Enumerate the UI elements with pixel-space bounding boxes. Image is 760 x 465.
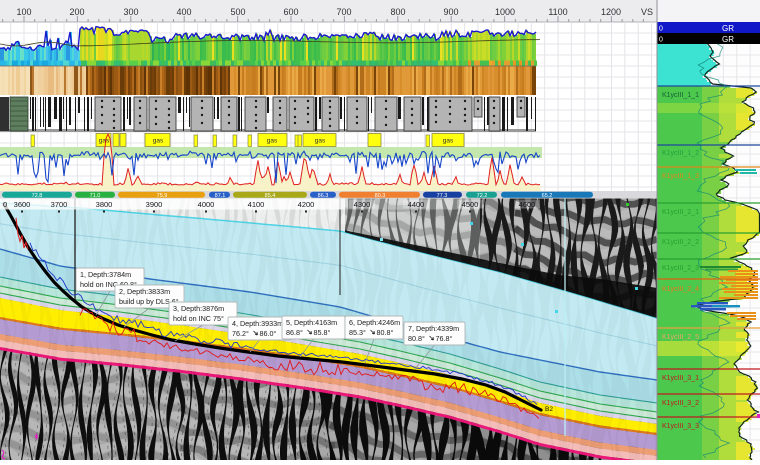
svg-text:4500: 4500	[462, 200, 479, 209]
svg-text:gas: gas	[267, 138, 278, 145]
svg-text:76.2°: 76.2°	[232, 329, 249, 338]
svg-text:80.3: 80.3	[375, 193, 386, 199]
svg-text:2, Depth:3833m: 2, Depth:3833m	[119, 287, 170, 296]
svg-text:7, Depth:4339m: 7, Depth:4339m	[408, 324, 459, 333]
svg-text:4100: 4100	[248, 200, 265, 209]
svg-text:100: 100	[16, 7, 31, 17]
svg-text:800: 800	[390, 7, 405, 17]
svg-text:K1ycIII_2_1: K1ycIII_2_1	[662, 209, 699, 216]
svg-text:72.2: 72.2	[477, 193, 488, 199]
svg-text:K1ycIII_3_1: K1ycIII_3_1	[662, 375, 699, 382]
svg-text:K1ycIII_2_3: K1ycIII_2_3	[662, 265, 699, 272]
svg-text:1000: 1000	[495, 7, 515, 17]
svg-text:K1ycIII_1_1: K1ycIII_1_1	[662, 92, 699, 99]
svg-text:400: 400	[176, 7, 191, 17]
svg-text:B2: B2	[545, 406, 553, 413]
svg-text:700: 700	[336, 7, 351, 17]
svg-text:4200: 4200	[298, 200, 315, 209]
svg-text:1200: 1200	[601, 7, 621, 17]
svg-text:300: 300	[123, 7, 138, 17]
svg-text:3, Depth:3876m: 3, Depth:3876m	[173, 304, 224, 313]
svg-text:86.8°: 86.8°	[286, 328, 303, 337]
svg-text:3800: 3800	[96, 200, 113, 209]
svg-text:K1ycIII_2_2: K1ycIII_2_2	[662, 239, 699, 246]
svg-text:76.8°: 76.8°	[436, 334, 453, 343]
svg-text:K1ycIII_2_4: K1ycIII_2_4	[662, 286, 699, 293]
svg-text:200: 200	[69, 7, 84, 17]
svg-text:3900: 3900	[146, 200, 163, 209]
svg-text:GR: GR	[722, 35, 734, 44]
svg-text:4000: 4000	[198, 200, 215, 209]
svg-text:VS: VS	[641, 7, 653, 17]
svg-text:K1ycIII_2_5: K1ycIII_2_5	[662, 334, 699, 341]
svg-text:K1ycIII_3_3: K1ycIII_3_3	[662, 423, 699, 430]
svg-text:5, Depth:4163m: 5, Depth:4163m	[286, 318, 337, 327]
svg-text:K1ycIII_1_2: K1ycIII_1_2	[662, 150, 699, 157]
svg-text:1, Depth:3784m: 1, Depth:3784m	[80, 270, 131, 279]
svg-text:0: 0	[659, 26, 663, 33]
svg-text:71.0: 71.0	[90, 193, 101, 199]
svg-text:4600: 4600	[519, 200, 536, 209]
svg-text:3700: 3700	[51, 200, 68, 209]
svg-text:0: 0	[659, 37, 663, 44]
svg-text:85.3°: 85.3°	[349, 328, 366, 337]
svg-text:500: 500	[230, 7, 245, 17]
svg-text:80.8°: 80.8°	[377, 328, 394, 337]
svg-text:80.8°: 80.8°	[408, 334, 425, 343]
svg-text:0: 0	[3, 200, 7, 209]
svg-text:86.3: 86.3	[318, 193, 329, 199]
svg-text:85.8°: 85.8°	[314, 328, 331, 337]
svg-text:gas: gas	[315, 138, 326, 145]
svg-text:gas: gas	[153, 138, 164, 145]
svg-text:600: 600	[283, 7, 298, 17]
svg-text:gas: gas	[99, 138, 110, 145]
svg-text:75.9: 75.9	[157, 193, 168, 199]
svg-text:87.1: 87.1	[215, 193, 226, 199]
svg-text:3600: 3600	[14, 200, 31, 209]
svg-text:900: 900	[443, 7, 458, 17]
svg-text:1100: 1100	[548, 7, 567, 17]
svg-text:K1ycIII_1_3: K1ycIII_1_3	[662, 173, 699, 180]
svg-text:86.0°: 86.0°	[260, 329, 277, 338]
svg-text:65.2: 65.2	[542, 193, 553, 199]
svg-text:4400: 4400	[408, 200, 425, 209]
svg-text:GR: GR	[722, 24, 734, 33]
svg-text:hold on INC 75°: hold on INC 75°	[173, 314, 224, 323]
svg-text:gas: gas	[443, 138, 454, 145]
svg-text:85.4: 85.4	[265, 193, 276, 199]
svg-text:77.3: 77.3	[437, 193, 448, 199]
svg-text:6, Depth:4246m: 6, Depth:4246m	[349, 318, 400, 327]
svg-text:72.8: 72.8	[32, 193, 43, 199]
svg-text:4, Depth:3933m: 4, Depth:3933m	[232, 319, 283, 328]
svg-text:K1ycIII_3_2: K1ycIII_3_2	[662, 400, 699, 407]
svg-text:4300: 4300	[354, 200, 371, 209]
